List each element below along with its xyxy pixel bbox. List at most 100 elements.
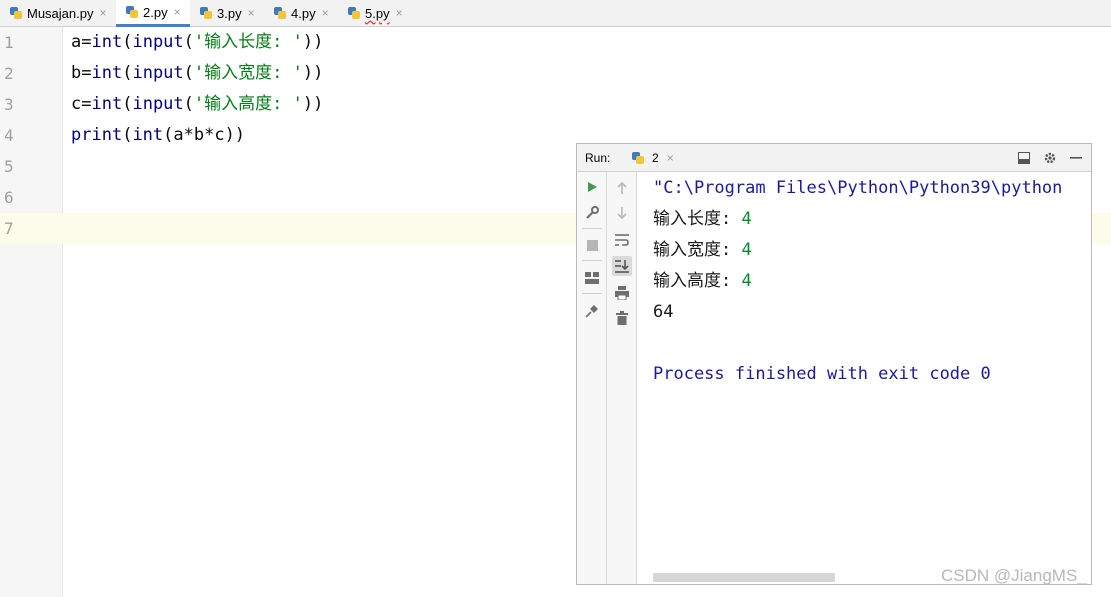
gear-icon[interactable]	[1041, 149, 1059, 167]
close-icon[interactable]: ×	[174, 5, 181, 19]
pin-icon[interactable]	[582, 301, 602, 321]
line-number: 5	[4, 157, 14, 176]
layout-icon[interactable]	[582, 268, 602, 288]
code-line-1[interactable]: a=int(input('输入长度: '))	[71, 27, 323, 58]
toolbar-separator	[582, 228, 602, 229]
line-number: 7	[4, 219, 14, 238]
line-number: 3	[4, 95, 14, 114]
watermark: CSDN @JiangMS_	[941, 566, 1087, 585]
close-icon[interactable]: ×	[99, 6, 106, 20]
console-input-value: 4	[741, 271, 752, 291]
tab-2-py[interactable]: 2.py ×	[116, 0, 190, 27]
close-icon[interactable]: ×	[322, 6, 329, 20]
ide-window: Musajan.py × 2.py × 3.py × 4.py × 5.py ×…	[0, 0, 1111, 597]
console-input-value: 4	[741, 209, 752, 229]
python-file-icon	[347, 6, 361, 20]
code-token: c	[71, 94, 82, 114]
scroll-to-end-icon[interactable]	[612, 256, 632, 276]
run-label: Run:	[585, 151, 611, 165]
python-file-icon	[273, 6, 287, 20]
soft-wrap-icon[interactable]	[612, 230, 632, 250]
python-file-icon	[125, 5, 139, 19]
close-icon[interactable]: ×	[248, 6, 255, 20]
console-input-value: 4	[741, 240, 752, 260]
tab-label: 5.py	[365, 5, 390, 21]
arrow-up-icon[interactable]	[612, 177, 632, 197]
python-file-icon	[9, 6, 23, 20]
tab-label: 3.py	[217, 5, 242, 21]
code-token: input	[132, 94, 184, 114]
code-token: =	[81, 63, 92, 83]
run-toolbar-primary	[577, 172, 607, 584]
code-line-2[interactable]: b=int(input('输入宽度: '))	[71, 58, 323, 89]
run-header: Run: 2 ×	[577, 144, 1091, 172]
code-token: (	[183, 94, 194, 114]
line-number: 1	[4, 33, 14, 52]
console-line: 输入高度: 4	[653, 266, 752, 297]
toolbar-separator	[582, 293, 602, 294]
code-string: '输入高度: '	[193, 94, 303, 114]
tab-label: 2.py	[143, 4, 168, 20]
run-config-tab[interactable]: 2 ×	[627, 144, 681, 172]
arrow-down-icon[interactable]	[612, 203, 632, 223]
python-file-icon	[631, 151, 645, 165]
code-token: (	[122, 125, 133, 145]
stop-icon[interactable]	[582, 235, 602, 255]
tab-label: Musajan.py	[27, 5, 94, 21]
console-prompt: 输入宽度:	[653, 240, 742, 260]
window-icon[interactable]	[1015, 149, 1033, 167]
tab-5-py[interactable]: 5.py ×	[338, 0, 412, 26]
wrench-icon[interactable]	[582, 203, 602, 223]
run-tool-window: Run: 2 × "C:\Program Files\Python\Python…	[576, 143, 1092, 585]
console-exit-message: Process finished with exit code 0	[653, 364, 991, 384]
console-command-line: "C:\Program Files\Python\Python39\python	[653, 178, 1063, 198]
code-token: input	[132, 32, 184, 52]
close-icon[interactable]: ×	[667, 151, 674, 165]
code-token: (	[122, 63, 133, 83]
code-token: int	[132, 125, 164, 145]
trash-icon[interactable]	[612, 308, 632, 328]
tab-4-py[interactable]: 4.py ×	[264, 0, 338, 26]
minus-icon[interactable]	[1067, 149, 1085, 167]
code-token: ))	[302, 63, 324, 83]
console-line: 输入长度: 4	[653, 204, 752, 235]
run-tab-label: 2	[652, 151, 659, 165]
code-token: b	[71, 63, 82, 83]
code-string: '输入长度: '	[193, 32, 303, 52]
code-line-4[interactable]: print(int(a*b*c))	[71, 120, 245, 151]
code-token: =	[81, 32, 92, 52]
code-token: a	[71, 32, 82, 52]
line-number: 4	[4, 126, 14, 145]
horizontal-scrollbar[interactable]	[653, 573, 835, 582]
code-token: (	[122, 32, 133, 52]
close-icon[interactable]: ×	[396, 6, 403, 20]
code-token: int	[91, 94, 123, 114]
console-output[interactable]: "C:\Program Files\Python\Python39\python…	[638, 172, 1091, 584]
code-token: ))	[302, 94, 324, 114]
line-number: 6	[4, 188, 14, 207]
code-token: int	[91, 32, 123, 52]
code-token: (a*b*c))	[163, 125, 246, 145]
play-icon[interactable]	[582, 177, 602, 197]
python-file-icon	[199, 6, 213, 20]
code-line-3[interactable]: c=int(input('输入高度: '))	[71, 89, 323, 120]
code-token: input	[132, 63, 184, 83]
tab-3-py[interactable]: 3.py ×	[190, 0, 264, 26]
tab-musajan[interactable]: Musajan.py ×	[0, 0, 116, 26]
code-token: (	[183, 63, 194, 83]
line-number: 2	[4, 64, 14, 83]
code-token: ))	[302, 32, 324, 52]
code-token: (	[183, 32, 194, 52]
code-token: (	[122, 94, 133, 114]
print-icon[interactable]	[612, 283, 632, 303]
code-string: '输入宽度: '	[193, 63, 303, 83]
code-token: int	[91, 63, 123, 83]
toolbar-separator	[582, 260, 602, 261]
console-prompt: 输入长度:	[653, 209, 742, 229]
console-prompt: 输入高度:	[653, 271, 742, 291]
editor-tab-bar: Musajan.py × 2.py × 3.py × 4.py × 5.py ×	[0, 0, 1111, 27]
tab-label: 4.py	[291, 5, 316, 21]
console-line: 输入宽度: 4	[653, 235, 752, 266]
console-result: 64	[653, 302, 674, 322]
code-token: print	[71, 125, 123, 145]
